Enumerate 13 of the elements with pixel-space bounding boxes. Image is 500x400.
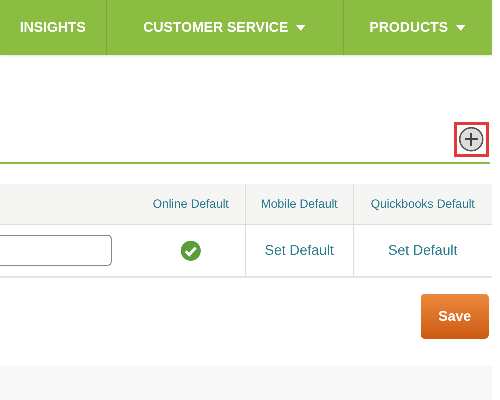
checkmark-icon [180, 240, 202, 262]
column-header: Mobile Default [261, 196, 338, 213]
add-button[interactable] [454, 122, 489, 157]
name-input-field[interactable] [0, 235, 112, 266]
nav-item[interactable]: PRODUCTS [344, 0, 492, 55]
save-button[interactable]: Save [421, 294, 489, 339]
set-default-link[interactable]: Set Default [264, 240, 334, 261]
column-header: Online Default [152, 196, 230, 213]
nav-item[interactable]: CUSTOMER SERVICE [107, 0, 344, 55]
plus-icon [459, 127, 484, 152]
set-default-link[interactable]: Set Default [388, 240, 458, 261]
nav-item[interactable]: INSIGHTS [0, 0, 107, 55]
column-header: Quickbooks Default [370, 196, 476, 213]
